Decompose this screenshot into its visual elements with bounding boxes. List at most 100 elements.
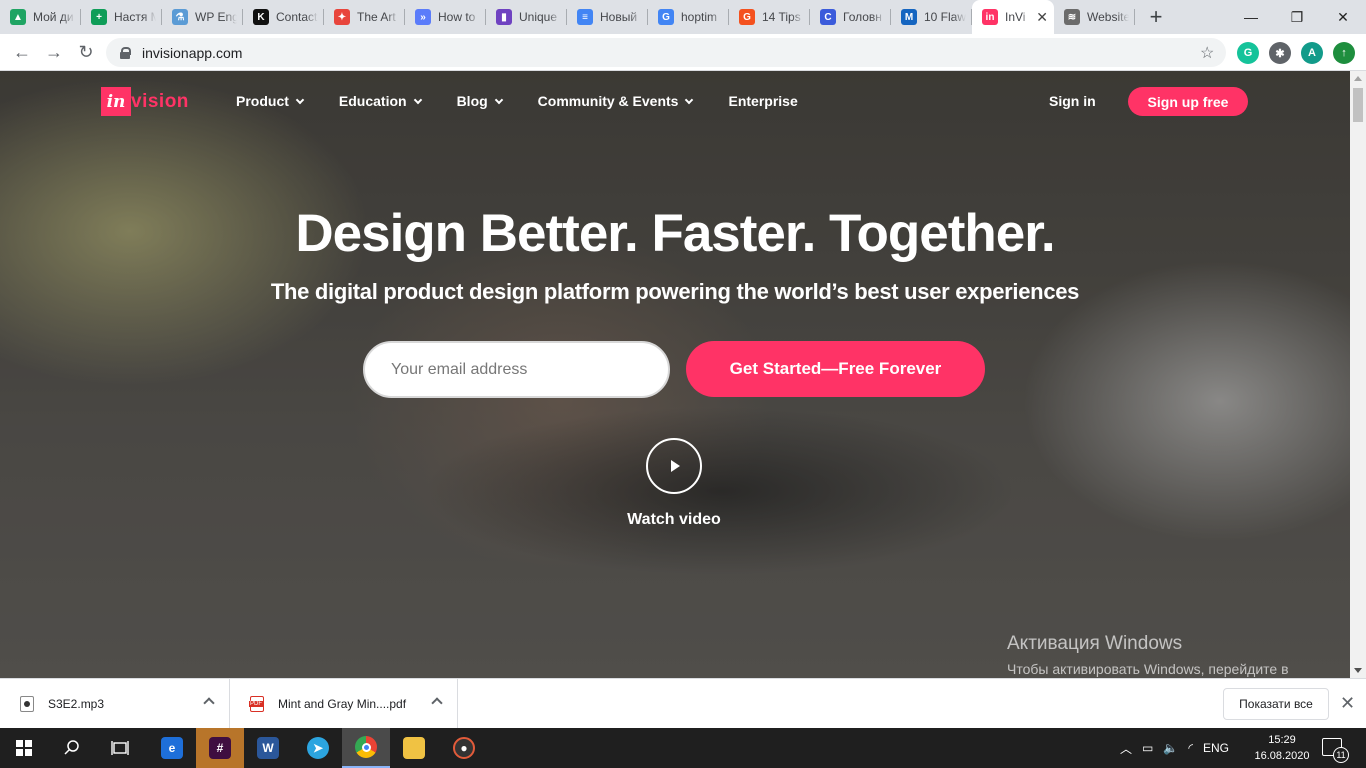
google-docs-icon: ≡ (577, 9, 593, 25)
chevrons-icon: » (415, 9, 431, 25)
sign-up-button[interactable]: Sign up free (1128, 87, 1248, 116)
edge-icon: e (161, 737, 183, 759)
update-icon[interactable]: ↑ (1333, 42, 1355, 64)
reload-icon: ↻ (78, 41, 94, 62)
activation-title: Активация Windows (1007, 633, 1183, 654)
search-icon (64, 740, 79, 755)
chevron-up-icon[interactable] (431, 696, 443, 709)
browser-tab[interactable]: Ghoptim (648, 0, 729, 34)
scroll-thumb[interactable] (1353, 88, 1363, 122)
invision-logo[interactable]: in vision (101, 87, 189, 116)
grammarly-icon[interactable]: G (1237, 42, 1259, 64)
language-indicator[interactable]: ENG (1203, 741, 1229, 755)
start-button[interactable] (0, 728, 48, 768)
browser-tab[interactable]: » How to (405, 0, 486, 34)
get-started-button[interactable]: Get Started—Free Forever (686, 341, 985, 397)
search-button[interactable] (48, 728, 96, 768)
volume-icon[interactable]: 🔈 (1163, 741, 1178, 755)
action-center-button[interactable]: 11 (1322, 738, 1349, 763)
show-all-downloads-button[interactable]: Показати все (1223, 688, 1329, 720)
close-downloads-button[interactable]: ✕ (1340, 693, 1355, 714)
taskbar-telegram[interactable]: ➤ (294, 728, 342, 768)
battery-icon[interactable]: ▭ (1142, 741, 1153, 755)
email-input[interactable] (363, 341, 670, 398)
flask-icon: ⚗ (172, 9, 188, 25)
network-icon[interactable]: ◜ (1188, 741, 1193, 755)
taskbar-media-player[interactable]: ● (440, 728, 488, 768)
taskbar-explorer[interactable] (390, 728, 438, 768)
slack-icon: # (209, 737, 231, 759)
taskbar-word[interactable]: W (244, 728, 292, 768)
word-icon: W (257, 737, 279, 759)
tab-title: The Art (357, 10, 396, 24)
taskbar-chrome[interactable] (342, 728, 390, 768)
browser-tab[interactable]: K Contact (243, 0, 324, 34)
browser-tab[interactable]: ≋ Website (1054, 0, 1135, 34)
browser-toolbar: ← → ↻ invisionapp.com ☆ G ✱ A ↑ (0, 34, 1366, 71)
windows-taskbar: e # W ➤ ● ︿ ▭ 🔈 ◜ ENG 15:29 16.08.2020 1… (0, 728, 1366, 768)
chrome-icon (355, 736, 377, 758)
download-shelf: S3E2.mp3 Mint and Gray Min....pdf Показа… (0, 678, 1366, 729)
task-view-button[interactable] (96, 728, 144, 768)
browser-tab[interactable]: G 14 Tips (729, 0, 810, 34)
browser-tab[interactable]: ≡ Новый (567, 0, 648, 34)
nav-label: Blog (456, 93, 488, 109)
new-tab-button[interactable]: + (1141, 0, 1171, 34)
chevron-down-icon (685, 95, 694, 104)
bookmark-star-icon[interactable]: ☆ (1200, 43, 1214, 63)
tab-title: Новый (600, 10, 638, 24)
tab-title: Мой ди (33, 10, 74, 24)
scroll-up-icon[interactable] (1354, 76, 1362, 81)
browser-tab[interactable]: in InVi ✕ (972, 0, 1054, 34)
tab-title: hoptim (681, 10, 718, 24)
logo-mark: in (101, 87, 131, 116)
sign-in-link[interactable]: Sign in (1049, 93, 1096, 109)
nav-label: Enterprise (728, 93, 798, 109)
close-tab-icon[interactable]: ✕ (1036, 9, 1048, 26)
taskbar-edge[interactable]: e (148, 728, 196, 768)
hero-background-overlay (0, 71, 1350, 678)
arrow-left-icon: ← (13, 41, 31, 62)
tab-title: Головн (843, 10, 882, 24)
nav-item-education[interactable]: Education (338, 93, 422, 109)
play-video-button[interactable] (646, 438, 702, 494)
nav-item-product[interactable]: Product (236, 93, 305, 109)
browser-tab[interactable]: ✦ The Art (324, 0, 405, 34)
tray-expand-icon[interactable]: ︿ (1120, 740, 1132, 757)
watch-video-link[interactable]: Watch video (574, 511, 774, 529)
chevron-down-icon (494, 95, 503, 104)
forward-button[interactable]: → (38, 36, 70, 68)
browser-tab[interactable]: M 10 Flaw (891, 0, 972, 34)
browser-tab[interactable]: ▮ Unique (486, 0, 567, 34)
download-item[interactable]: S3E2.mp3 (0, 678, 230, 729)
puzzle-icon[interactable]: ✱ (1269, 42, 1291, 64)
scroll-down-icon[interactable] (1354, 668, 1362, 673)
profile-avatar[interactable]: A (1301, 42, 1323, 64)
download-item[interactable]: Mint and Gray Min....pdf (230, 678, 458, 729)
activation-text: Чтобы активировать Windows, перейдите в … (1007, 661, 1289, 677)
maximize-button[interactable]: ❐ (1274, 0, 1320, 34)
clock[interactable]: 15:29 16.08.2020 (1250, 732, 1314, 764)
taskbar-slack[interactable]: # (196, 728, 244, 768)
m-square-icon: M (901, 9, 917, 25)
chevron-up-icon[interactable] (203, 696, 215, 709)
browser-tab[interactable]: ⚗ WP Eng (162, 0, 243, 34)
nav-label: Education (338, 93, 407, 109)
arrow-right-icon: → (45, 41, 63, 62)
close-window-button[interactable]: ✕ (1320, 0, 1366, 34)
nav-item-enterprise[interactable]: Enterprise (728, 93, 797, 109)
media-player-icon: ● (453, 737, 475, 759)
browser-tab[interactable]: ▲ Мой ди (0, 0, 81, 34)
page-scrollbar[interactable] (1350, 71, 1366, 678)
browser-tab[interactable]: C Головн (810, 0, 891, 34)
task-view-icon (111, 741, 129, 755)
minimize-button[interactable]: — (1228, 0, 1274, 34)
nav-item-community-events[interactable]: Community & Events (538, 93, 694, 109)
nav-item-blog[interactable]: Blog (456, 93, 503, 109)
address-bar[interactable]: invisionapp.com (106, 38, 1226, 67)
reload-button[interactable]: ↻ (70, 36, 102, 68)
chevron-down-icon (295, 95, 305, 104)
back-button[interactable]: ← (6, 36, 38, 68)
browser-tab[interactable]: + Настя М (81, 0, 162, 34)
google-sheets-icon: + (91, 9, 107, 25)
